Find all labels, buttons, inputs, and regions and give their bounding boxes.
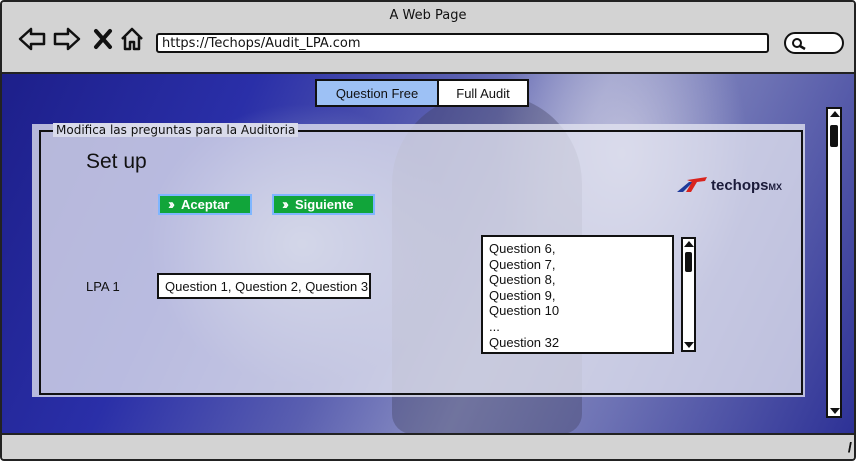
tab-bar: Question Free Full Audit: [315, 79, 529, 107]
lpa-questions-field[interactable]: Question 1, Question 2, Question 3,: [157, 273, 371, 299]
browser-window: A Web Page https://Techops/Audit_LPA.com…: [0, 0, 856, 461]
question-list-scrollbar[interactable]: [681, 237, 696, 352]
logo-mark-icon: [677, 177, 707, 192]
question-list-item[interactable]: ...: [489, 319, 666, 335]
double-chevron-icon: ››: [282, 196, 289, 213]
window-title: A Web Page: [389, 8, 467, 23]
scroll-thumb[interactable]: [685, 252, 692, 272]
next-label: Siguiente: [295, 197, 354, 212]
question-list-item[interactable]: Question 6,: [489, 241, 666, 257]
home-icon[interactable]: [118, 26, 146, 52]
fieldset-legend: Modifica las preguntas para la Auditoria: [53, 123, 299, 137]
tab-full-audit[interactable]: Full Audit: [439, 81, 527, 105]
scroll-down-icon[interactable]: [830, 408, 840, 414]
page-scrollbar[interactable]: [826, 107, 842, 418]
double-chevron-icon: ››: [168, 196, 175, 213]
search-icon: [792, 38, 806, 51]
question-list-item[interactable]: Question 7,: [489, 257, 666, 273]
accept-label: Aceptar: [181, 197, 230, 212]
scroll-thumb[interactable]: [830, 125, 838, 147]
title-bar: A Web Page https://Techops/Audit_LPA.com: [2, 2, 854, 74]
scroll-up-icon[interactable]: [830, 111, 840, 117]
back-arrow-icon[interactable]: [18, 26, 46, 52]
status-bar: //: [2, 433, 854, 459]
search-box[interactable]: [784, 32, 844, 54]
page-title: Set up: [86, 150, 147, 173]
url-bar[interactable]: https://Techops/Audit_LPA.com: [156, 33, 769, 53]
scroll-up-icon[interactable]: [684, 241, 694, 247]
logo-text: techops: [711, 176, 769, 194]
question-list-item[interactable]: Question 9,: [489, 288, 666, 304]
page-content: Question Free Full Audit Modifica las pr…: [2, 74, 854, 434]
forward-arrow-icon[interactable]: [53, 26, 81, 52]
next-button[interactable]: ›› Siguiente: [272, 194, 375, 215]
close-x-icon[interactable]: [89, 26, 117, 52]
question-list-item[interactable]: Question 10: [489, 303, 666, 319]
techops-logo: techopsMX: [675, 174, 785, 196]
question-list-item[interactable]: Question 32: [489, 335, 666, 351]
question-list-item[interactable]: Question 8,: [489, 272, 666, 288]
lpa-label: LPA 1: [86, 279, 120, 294]
scroll-down-icon[interactable]: [684, 342, 694, 348]
tab-question-free[interactable]: Question Free: [317, 81, 439, 105]
logo-suffix: MX: [768, 181, 783, 192]
question-list[interactable]: Question 6, Question 7, Question 8, Questio…: [481, 235, 674, 354]
accept-button[interactable]: ›› Aceptar: [158, 194, 252, 215]
